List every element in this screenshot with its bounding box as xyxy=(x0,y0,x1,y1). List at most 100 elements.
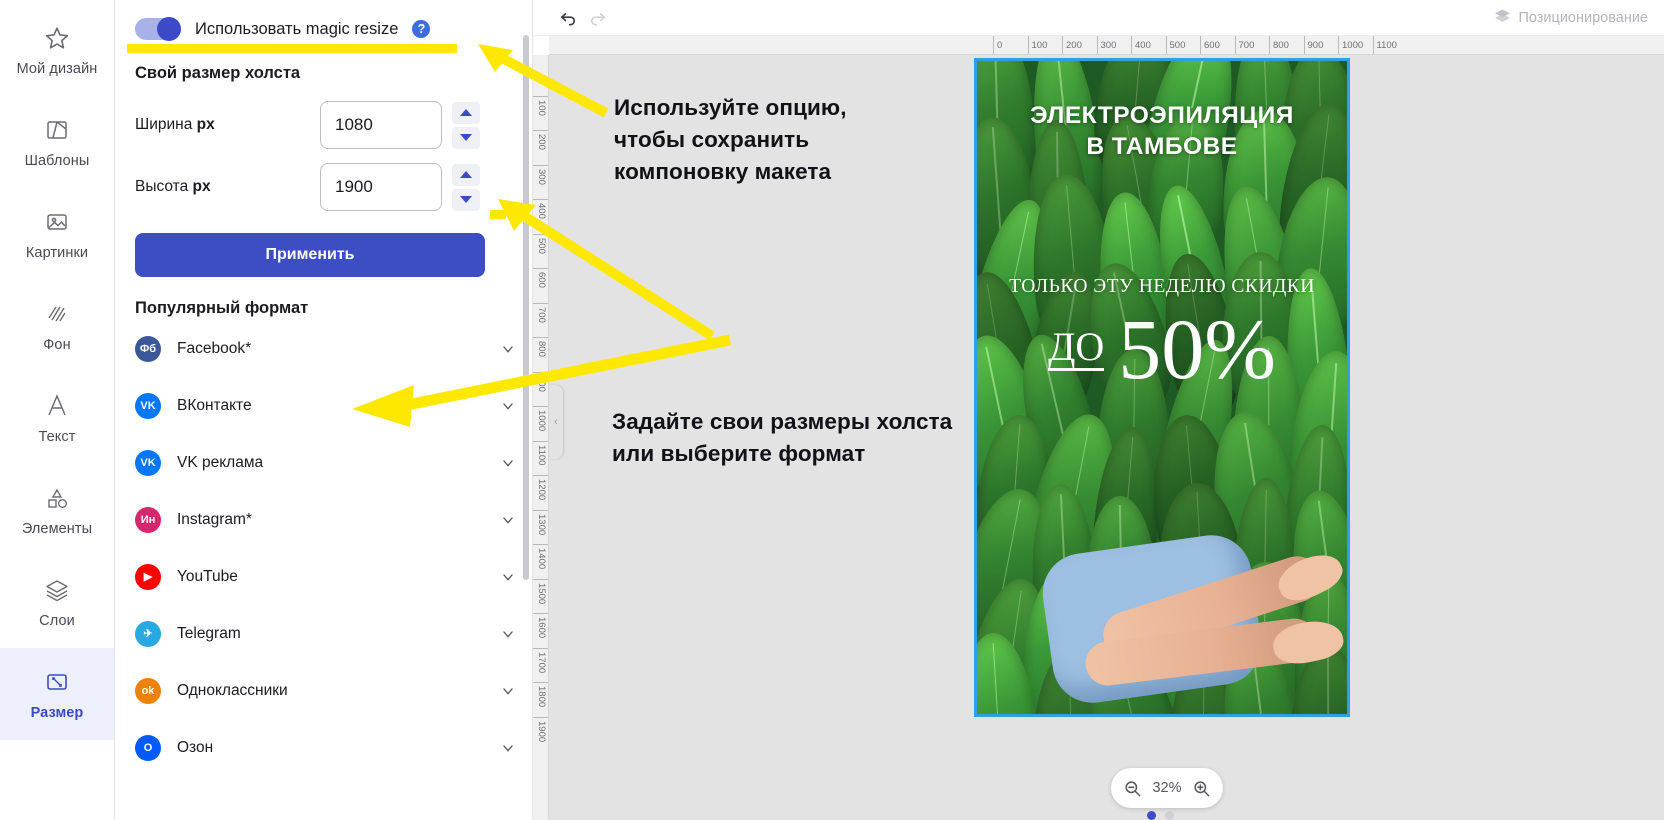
chevron-down-icon[interactable] xyxy=(500,626,516,642)
ruler-tick: 600 xyxy=(1200,36,1220,54)
positioning-label: Позиционирование xyxy=(1518,10,1648,26)
format-row[interactable]: ✈ Telegram xyxy=(135,605,516,662)
format-name: Telegram xyxy=(177,624,241,642)
sidebar-item-templates[interactable]: Шаблоны xyxy=(0,96,114,188)
sidebar-item-label: Размер xyxy=(30,705,84,721)
annotation-line: или выберите формат xyxy=(612,440,866,466)
format-row[interactable]: ▶ YouTube xyxy=(135,548,516,605)
format-row[interactable]: VK VK реклама xyxy=(135,434,516,491)
sidebar-item-label: Текст xyxy=(38,429,76,445)
format-name: VK реклама xyxy=(177,453,264,471)
height-label: Высота px xyxy=(135,178,211,195)
format-brand-icon: ▶ xyxy=(135,563,161,590)
format-brand-icon: ok xyxy=(135,677,161,704)
sidebar-item-my-design[interactable]: Мой дизайн xyxy=(0,4,114,96)
annotation-note-2: Задайте свои размеры холста или выберите … xyxy=(612,406,952,470)
chevron-left-icon: ‹ xyxy=(554,416,558,428)
format-brand-icon: ✈ xyxy=(135,620,161,647)
layers-stack-icon xyxy=(1494,8,1511,28)
format-name: Facebook* xyxy=(177,339,252,357)
annotation-note-1: Используйте опцию, чтобы сохранить компоно… xyxy=(614,92,847,188)
format-row[interactable]: Фб Facebook* xyxy=(135,320,516,377)
question-mark-icon[interactable]: ? xyxy=(412,20,431,38)
magic-resize-toggle[interactable] xyxy=(135,17,181,41)
zoom-level-label: 32% xyxy=(1152,780,1182,796)
panel-scrollbar[interactable] xyxy=(523,35,529,580)
format-brand-icon: O xyxy=(135,734,161,761)
sidebar-item-label: Шаблоны xyxy=(24,153,90,169)
templates-icon xyxy=(42,115,72,145)
elements-icon xyxy=(42,483,72,513)
height-decrement-button[interactable] xyxy=(452,188,480,211)
image-icon xyxy=(42,207,72,237)
ruler-tick: 1500 xyxy=(533,578,548,604)
format-brand-icon: VK xyxy=(135,449,161,476)
custom-size-title: Свой размер холста xyxy=(135,64,301,82)
magnifier-plus-icon[interactable] xyxy=(1192,778,1212,798)
layers-icon xyxy=(42,575,72,605)
positioning-button[interactable]: Позиционирование xyxy=(1494,0,1648,36)
ruler-tick: 900 xyxy=(533,371,548,391)
magnifier-minus-icon[interactable] xyxy=(1122,778,1142,798)
format-row[interactable]: VK ВКонтакте xyxy=(135,377,516,434)
left-icon-rail: Мой дизайн Шаблоны Картинки Фон Текст Эл… xyxy=(0,0,115,820)
design-canvas-poster[interactable]: ЭЛЕКТРОЭПИЛЯЦИЯ В ТАМБОВЕ ТОЛЬКО ЭТУ НЕД… xyxy=(974,58,1350,717)
ruler-tick: 1000 xyxy=(533,406,548,431)
background-icon xyxy=(42,299,72,329)
sidebar-item-images[interactable]: Картинки xyxy=(0,188,114,280)
sidebar-item-label: Элементы xyxy=(21,521,93,537)
sidebar-item-background[interactable]: Фон xyxy=(0,280,114,372)
vertical-ruler: 100 200 300 400 500 600 700 800 900 1000 1100 1200 1… xyxy=(533,55,549,820)
ruler-tick: 300 xyxy=(533,164,548,184)
width-input[interactable] xyxy=(320,101,442,149)
format-row[interactable]: O Озон xyxy=(135,719,516,776)
ruler-tick: 300 xyxy=(1096,36,1116,54)
width-decrement-button[interactable] xyxy=(452,126,480,149)
format-row[interactable]: Ин Instagram* xyxy=(135,491,516,548)
width-increment-button[interactable] xyxy=(452,101,480,124)
poster-title-line1: ЭЛЕКТРОЭПИЛЯЦИЯ xyxy=(1030,102,1294,129)
height-row: Высота px xyxy=(115,149,532,211)
page-dot-active[interactable] xyxy=(1147,811,1156,820)
panel-collapse-tab[interactable]: ‹ xyxy=(549,385,563,459)
ruler-tick: 600 xyxy=(533,268,548,288)
chevron-down-icon[interactable] xyxy=(500,683,516,699)
chevron-down-icon[interactable] xyxy=(500,455,516,471)
sidebar-item-layers[interactable]: Слои xyxy=(0,556,114,648)
magic-resize-row: Использовать magic resize ? xyxy=(115,0,532,54)
sidebar-item-resize[interactable]: Размер xyxy=(0,648,114,740)
width-spinners xyxy=(452,101,480,149)
ruler-tick: 900 xyxy=(1303,36,1323,54)
height-input[interactable] xyxy=(320,163,442,211)
page-dot[interactable] xyxy=(1165,811,1174,820)
ruler-tick: 200 xyxy=(533,130,548,150)
chevron-down-icon[interactable] xyxy=(500,398,516,414)
annotation-line: Используйте опцию, xyxy=(614,95,847,120)
format-name: Озон xyxy=(177,738,214,756)
sidebar-item-label: Мой дизайн xyxy=(16,61,98,77)
height-increment-button[interactable] xyxy=(452,163,480,186)
chevron-down-icon[interactable] xyxy=(500,512,516,528)
chevron-down-icon[interactable] xyxy=(500,569,516,585)
redo-arrow-icon[interactable] xyxy=(583,3,613,33)
ruler-tick: 1700 xyxy=(533,647,548,673)
ruler-tick: 700 xyxy=(1234,36,1254,54)
undo-arrow-icon[interactable] xyxy=(553,3,583,33)
sidebar-item-elements[interactable]: Элементы xyxy=(0,464,114,556)
format-row[interactable]: ok Одноклассники xyxy=(135,662,516,719)
zoom-control: 32% xyxy=(1111,768,1223,808)
ruler-tick: 500 xyxy=(1165,36,1185,54)
toggle-knob xyxy=(157,17,181,41)
ruler-tick: 1100 xyxy=(1372,36,1397,54)
sidebar-item-label: Картинки xyxy=(25,245,89,261)
chevron-down-icon[interactable] xyxy=(500,341,516,357)
popular-format-title: Популярный формат xyxy=(135,299,309,317)
poster-legs-photo xyxy=(977,424,1347,714)
format-name: ВКонтакте xyxy=(177,396,252,414)
format-name: Instagram* xyxy=(177,510,252,528)
chevron-down-icon[interactable] xyxy=(500,740,516,756)
sidebar-item-text[interactable]: Текст xyxy=(0,372,114,464)
apply-button[interactable]: Применить xyxy=(135,233,485,277)
ruler-tick: 1800 xyxy=(533,682,548,707)
annotation-line: чтобы сохранить xyxy=(614,126,810,152)
